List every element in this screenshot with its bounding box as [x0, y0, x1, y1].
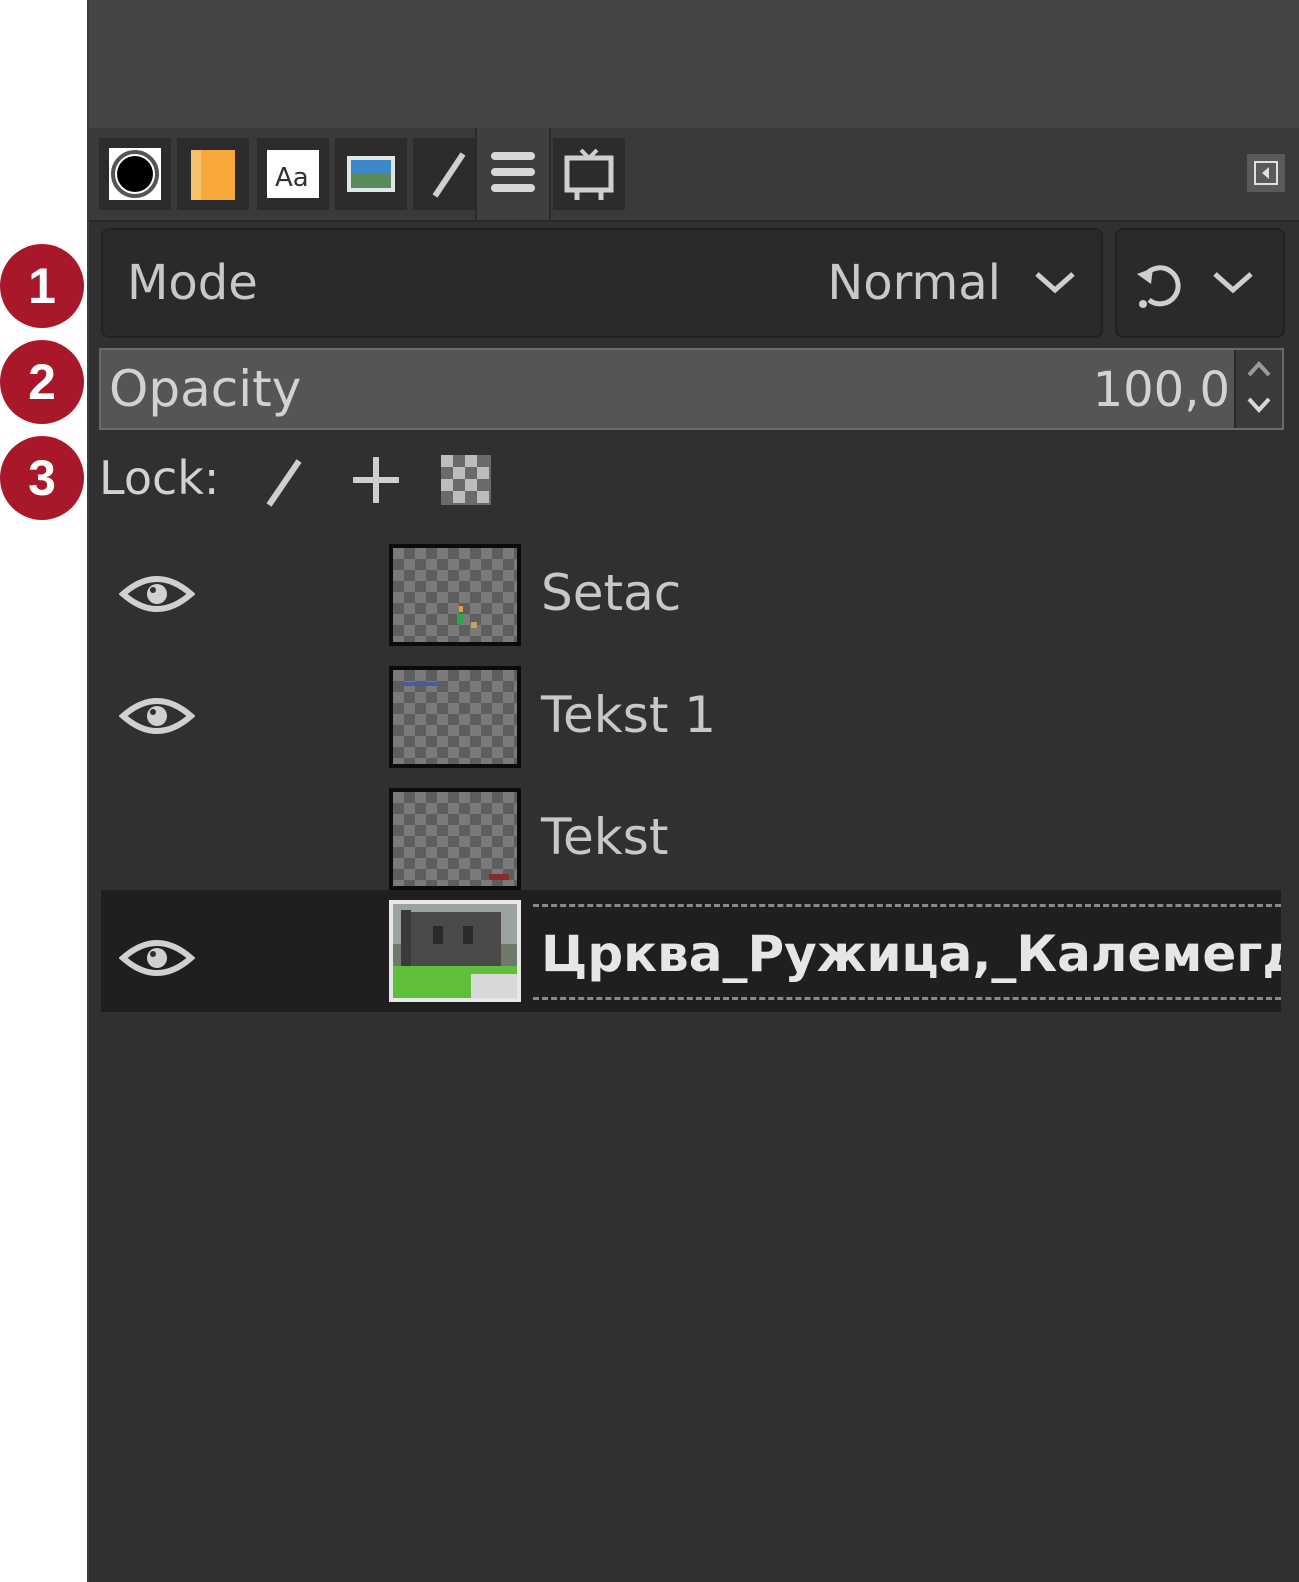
eye-icon[interactable] — [119, 934, 195, 982]
callout-badge: 3 — [0, 436, 84, 520]
eye-icon[interactable] — [119, 692, 195, 740]
mode-value: Normal — [827, 255, 1001, 311]
fonts-icon: Aa — [267, 150, 319, 198]
callout-badge: 2 — [0, 340, 84, 424]
layer-name-frame: Црква_Ружица,_Калемегд — [533, 904, 1281, 1000]
lock-alpha-icon[interactable] — [439, 453, 493, 507]
chevron-down-icon — [1035, 272, 1075, 294]
layer-row[interactable]: Tekst 1 — [101, 652, 1281, 774]
dock-header — [89, 0, 1299, 128]
svg-text:Aa: Aa — [275, 163, 309, 193]
lock-row: Lock: — [99, 445, 699, 515]
composite-mode-icon — [1137, 265, 1181, 308]
layers-tab[interactable] — [475, 128, 551, 220]
eye-icon[interactable] — [119, 570, 195, 618]
lock-position-icon[interactable] — [349, 453, 403, 507]
lock-label: Lock: — [99, 451, 220, 505]
device-status-tab[interactable] — [553, 138, 625, 210]
layer-thumbnail-content — [489, 874, 509, 880]
tab-menu-icon — [1254, 161, 1278, 185]
mode-dropdown[interactable]: Mode Normal — [101, 228, 1103, 338]
pattern-icon — [191, 150, 235, 200]
opacity-value: 100,0 — [1092, 362, 1230, 418]
layer-name[interactable]: Setac — [541, 564, 681, 622]
mode-label: Mode — [127, 255, 258, 311]
layer-thumbnail[interactable] — [389, 666, 521, 768]
layer-name[interactable]: Црква_Ружица,_Калемегд — [541, 925, 1281, 983]
layer-row[interactable]: Setac — [101, 530, 1281, 652]
layer-thumbnail-content — [403, 682, 439, 686]
pen-icon — [432, 152, 466, 198]
chevron-up-icon[interactable] — [1246, 358, 1272, 380]
layer-row[interactable]: Tekst — [101, 774, 1281, 896]
layer-thumbnail[interactable] — [389, 544, 521, 646]
lock-pixels-icon[interactable] — [259, 455, 309, 509]
dock-menu-button[interactable] — [1247, 154, 1285, 192]
layers-icon — [491, 152, 535, 192]
layer-name[interactable]: Tekst 1 — [541, 686, 716, 744]
images-tab[interactable] — [335, 138, 407, 210]
chevron-down-icon[interactable] — [1246, 394, 1272, 416]
layer-thumbnail-content — [457, 606, 477, 628]
composite-mode-dropdown[interactable] — [1115, 228, 1285, 338]
chevron-down-icon — [1213, 272, 1253, 294]
image-icon — [347, 156, 395, 192]
dock-tab-bar: Aa — [89, 128, 1299, 222]
patterns-tab[interactable] — [177, 138, 249, 210]
layer-name[interactable]: Tekst — [541, 808, 668, 866]
layer-thumbnail-photo[interactable] — [389, 900, 521, 1002]
device-icon — [564, 148, 614, 200]
layer-thumbnail[interactable] — [389, 788, 521, 890]
opacity-spinscale[interactable]: Opacity 100,0 — [99, 348, 1284, 430]
layers-dock-panel: Aa Mode Normal Opacity 100,0 Lock: Setac… — [87, 0, 1299, 1582]
brush-icon — [109, 148, 161, 200]
opacity-label: Opacity — [109, 360, 302, 418]
layer-row-selected[interactable]: Црква_Ружица,_Калемегд — [101, 890, 1281, 1012]
callout-badge: 1 — [0, 244, 84, 328]
fonts-tab[interactable]: Aa — [257, 138, 329, 210]
opacity-spin-buttons[interactable] — [1234, 350, 1282, 428]
brushes-tab[interactable] — [99, 138, 171, 210]
